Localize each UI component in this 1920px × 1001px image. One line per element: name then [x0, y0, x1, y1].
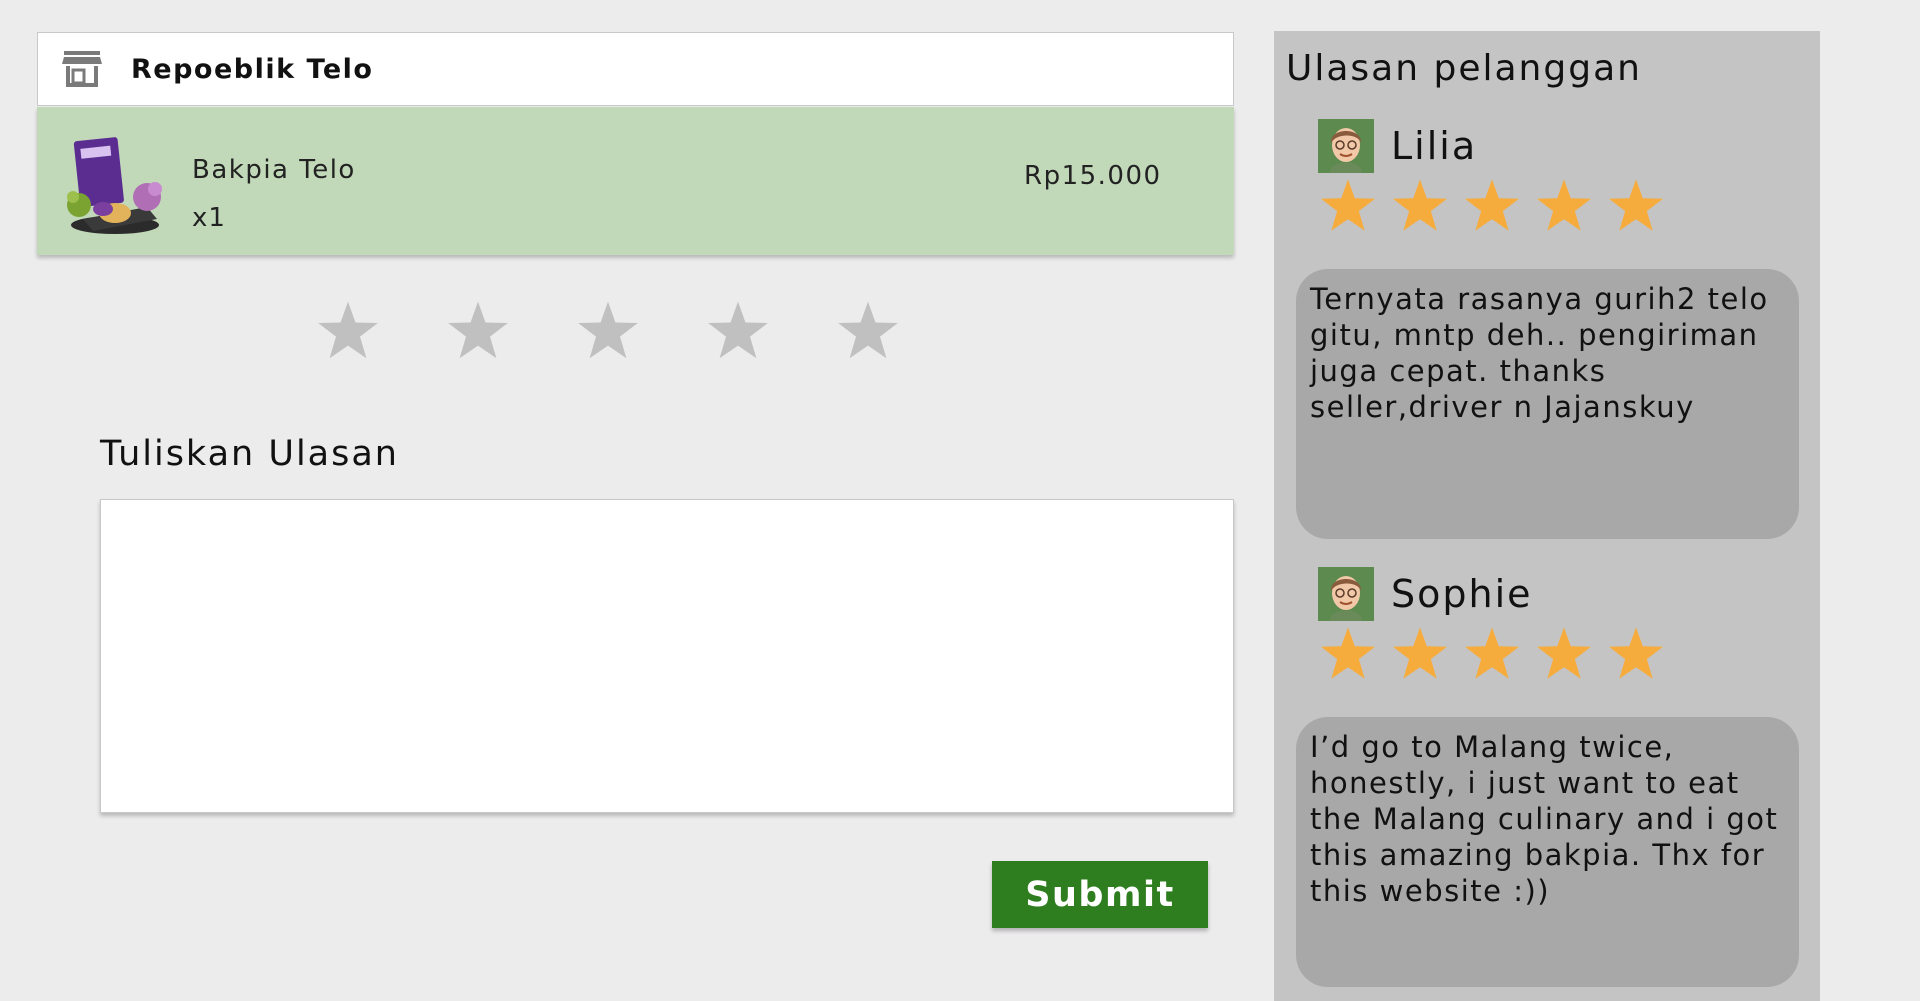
product-image [63, 133, 163, 237]
star-filled-icon [1390, 625, 1450, 683]
avatar [1318, 119, 1374, 173]
product-name: Bakpia Telo [192, 155, 356, 185]
store-header[interactable]: Repoeblik Telo [37, 32, 1234, 106]
reviewer-rating [1318, 625, 1678, 683]
store-icon [62, 49, 102, 89]
review-text: I’d go to Malang twice, honestly, i just… [1296, 717, 1799, 987]
product-row[interactable]: Bakpia Telo x1 Rp15.000 [37, 107, 1234, 255]
star-filled-icon [1318, 177, 1378, 235]
submit-button[interactable]: Submit [992, 861, 1208, 928]
store-name: Repoeblik Telo [131, 53, 374, 85]
rating-input [312, 295, 904, 367]
review-textarea[interactable] [100, 499, 1234, 813]
star-filled-icon [1534, 625, 1594, 683]
rating-star-4-icon[interactable] [702, 295, 774, 367]
star-filled-icon [1606, 177, 1666, 235]
reviewer-name: Lilia [1391, 124, 1478, 168]
review-text: Ternyata rasanya gurih2 telo gitu, mntp … [1296, 269, 1799, 539]
rating-star-3-icon[interactable] [572, 295, 644, 367]
star-filled-icon [1462, 177, 1522, 235]
avatar [1318, 567, 1374, 621]
star-filled-icon [1318, 625, 1378, 683]
rating-star-1-icon[interactable] [312, 295, 384, 367]
star-filled-icon [1462, 625, 1522, 683]
reviewer-header: Lilia [1318, 119, 1678, 235]
product-price: Rp15.000 [1024, 161, 1162, 191]
rating-star-5-icon[interactable] [832, 295, 904, 367]
reviewer-name: Sophie [1391, 572, 1533, 616]
customer-reviews-panel: Ulasan pelanggan Lilia Ternyata rasanya … [1274, 31, 1820, 1001]
customer-reviews-heading: Ulasan pelanggan [1286, 48, 1642, 89]
star-filled-icon [1534, 177, 1594, 235]
star-filled-icon [1390, 177, 1450, 235]
reviewer-header: Sophie [1318, 567, 1678, 683]
star-filled-icon [1606, 625, 1666, 683]
product-quantity: x1 [192, 203, 226, 233]
reviewer-rating [1318, 177, 1678, 235]
review-page: Repoeblik Telo Bakpia Telo x1 Rp15.000 T… [0, 0, 1920, 1001]
rating-star-2-icon[interactable] [442, 295, 514, 367]
write-review-heading: Tuliskan Ulasan [100, 434, 399, 474]
